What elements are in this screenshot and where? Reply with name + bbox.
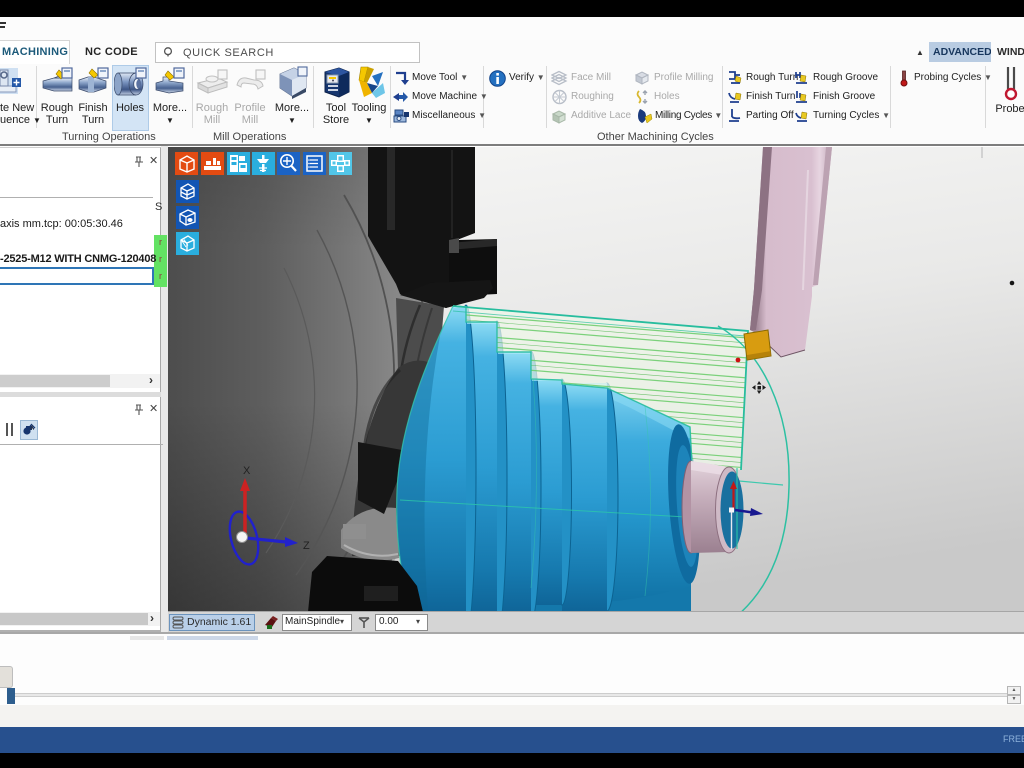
svg-text:Z: Z	[303, 540, 310, 552]
svg-text:X: X	[243, 465, 251, 477]
svg-text:A: A	[30, 426, 34, 432]
